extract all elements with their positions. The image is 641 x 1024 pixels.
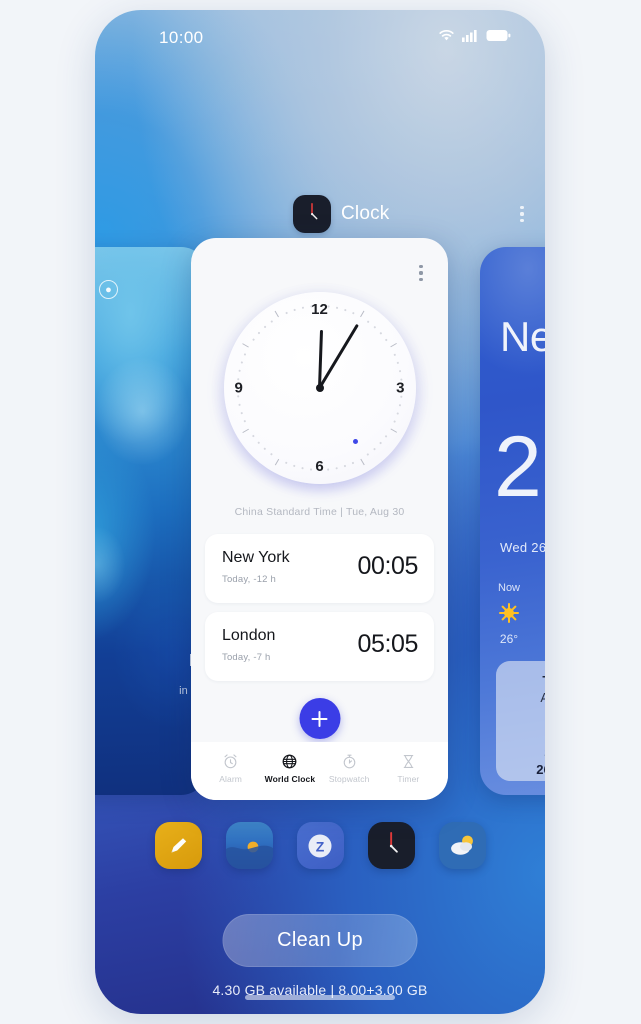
- clock-icon: [293, 195, 331, 233]
- weather-day-range: Wed 26° / 14: [500, 540, 545, 555]
- clock-card-header: Clock: [293, 195, 533, 233]
- city-time: 05:05: [357, 630, 418, 658]
- hourglass-icon: [403, 754, 414, 768]
- today-date-label: Aug 03: [540, 690, 545, 705]
- home-indicator[interactable]: [245, 995, 395, 1000]
- hour-label: Now: [498, 582, 521, 594]
- profile-icon[interactable]: ●: [99, 280, 118, 299]
- dock-item-notes[interactable]: [154, 822, 202, 869]
- weather-hourly-list: Now 26° 11:: [498, 582, 545, 646]
- city-offset: Today, -7 h: [222, 652, 271, 663]
- svg-text:Z: Z: [316, 838, 325, 854]
- city-offset: Today, -12 h: [222, 574, 276, 585]
- clock-tab-bar: Alarm World Clock Stopwatch Timer: [191, 742, 448, 800]
- today-day-label: Today: [542, 673, 545, 688]
- today-condition: Sunny: [544, 746, 545, 760]
- weather-icon: [451, 835, 473, 855]
- city-time: 00:05: [357, 552, 418, 580]
- recent-card-clock[interactable]: 12 3 6 9 China Standard Time | Tue, Aug …: [191, 238, 448, 800]
- alarm-icon: [224, 753, 237, 768]
- status-bar-clock: 10:00: [159, 28, 204, 47]
- hour-temp: 26°: [499, 632, 519, 646]
- wifi-icon: [438, 29, 455, 47]
- tab-label: Alarm: [219, 773, 242, 784]
- z-icon: Z: [308, 834, 332, 857]
- world-clock-row[interactable]: New York Today, -12 h 00:05: [205, 534, 434, 603]
- dock-item-clock[interactable]: [367, 822, 415, 869]
- sun-icon: [499, 603, 519, 623]
- card-kebab-menu-icon[interactable]: [410, 262, 432, 284]
- pencil-icon: [171, 837, 187, 852]
- today-range: 26° / 11°: [536, 762, 545, 777]
- second-indicator-dot: [352, 439, 358, 444]
- tab-stopwatch[interactable]: Stopwatch: [320, 753, 379, 784]
- dock-item-z-app[interactable]: Z: [296, 822, 344, 869]
- world-clock-row[interactable]: London Today, -7 h 05:05: [205, 612, 434, 681]
- tab-world-clock[interactable]: World Clock: [260, 753, 319, 784]
- dial-numeral-12: 12: [311, 301, 328, 318]
- city-name: New York: [222, 549, 290, 566]
- tab-alarm[interactable]: Alarm: [201, 753, 260, 784]
- recent-card-weather[interactable]: New 26 Wed 26° / 14 Now 26° 11:: [480, 247, 545, 795]
- tab-label: Stopwatch: [328, 773, 370, 784]
- status-bar: 10:00: [95, 10, 545, 66]
- kebab-menu-icon[interactable]: [511, 203, 533, 225]
- analog-clock: 12 3 6 9: [214, 283, 425, 493]
- photos-icon: [225, 841, 273, 869]
- minute-hand: [318, 323, 359, 389]
- dock-item-gallery[interactable]: [225, 822, 273, 869]
- weather-hour-item: Now 26°: [498, 582, 520, 646]
- weather-today-box[interactable]: Today Aug 03 Sunny 26° / 11°: [496, 661, 545, 781]
- dock-item-weather[interactable]: [438, 822, 486, 869]
- signal-icon: [462, 29, 479, 47]
- timezone-label: China Standard Time | Tue, Aug 30: [234, 506, 405, 518]
- city-name: London: [222, 627, 276, 644]
- tab-timer[interactable]: Timer: [379, 753, 438, 784]
- clock-icon: [389, 831, 398, 853]
- status-bar-icons: [438, 29, 511, 47]
- dial-numeral-9: 9: [234, 379, 243, 397]
- plus-icon: [311, 710, 328, 727]
- tab-label: Timer: [397, 773, 420, 784]
- add-city-button[interactable]: [299, 698, 340, 739]
- weather-temperature: 26: [494, 419, 545, 515]
- phone-screen: 10:00 ● in Ne 2 Wed 26 Now 26° A 2 Clock…: [95, 10, 545, 1014]
- stopwatch-icon: [343, 754, 355, 768]
- clock-app-name: Clock: [341, 203, 390, 224]
- globe-icon: [282, 754, 297, 768]
- weather-city: New: [500, 313, 545, 360]
- clean-up-button[interactable]: Clean Up: [222, 914, 418, 967]
- clock-dial: 12 3 6 9: [223, 292, 416, 484]
- app-dock: Z: [95, 822, 545, 869]
- dial-numeral-3: 3: [396, 379, 405, 397]
- hand-center-cap: [315, 384, 324, 392]
- dial-numeral-6: 6: [315, 458, 324, 475]
- tab-label: World Clock: [264, 773, 316, 784]
- battery-icon: [486, 29, 511, 47]
